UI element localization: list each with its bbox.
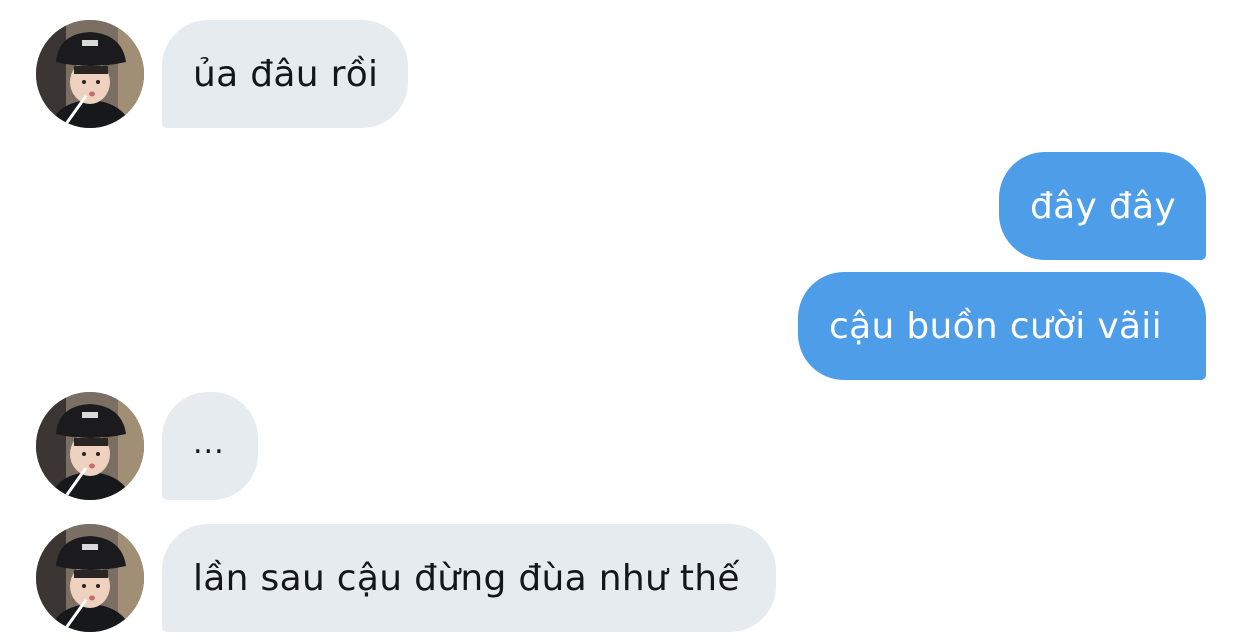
message-text: lần sau cậu đừng đùa như thế [193,557,740,599]
message-bubble-incoming[interactable]: ... [162,392,258,500]
message-text: cậu buồn cười vãii [829,305,1162,347]
message-bubble-outgoing[interactable]: cậu buồn cười vãii [798,272,1206,380]
message-bubble-outgoing[interactable]: đây đây [999,152,1206,260]
message-bubble-incoming[interactable]: lần sau cậu đừng đùa như thế [162,524,776,632]
contact-avatar[interactable] [36,20,144,128]
message-bubble-incoming[interactable]: ủa đâu rồi [162,20,408,128]
contact-avatar[interactable] [36,524,144,632]
contact-avatar[interactable] [36,392,144,500]
chat-thread: ủa đâu rồi đây đây cậu buồn cười vãii ..… [0,0,1242,644]
message-text: ... [193,425,225,461]
message-text: ủa đâu rồi [193,53,379,95]
contact-avatar-icon [36,392,144,500]
message-text: đây đây [1030,185,1176,227]
contact-avatar-icon [36,20,144,128]
contact-avatar-icon [36,524,144,632]
